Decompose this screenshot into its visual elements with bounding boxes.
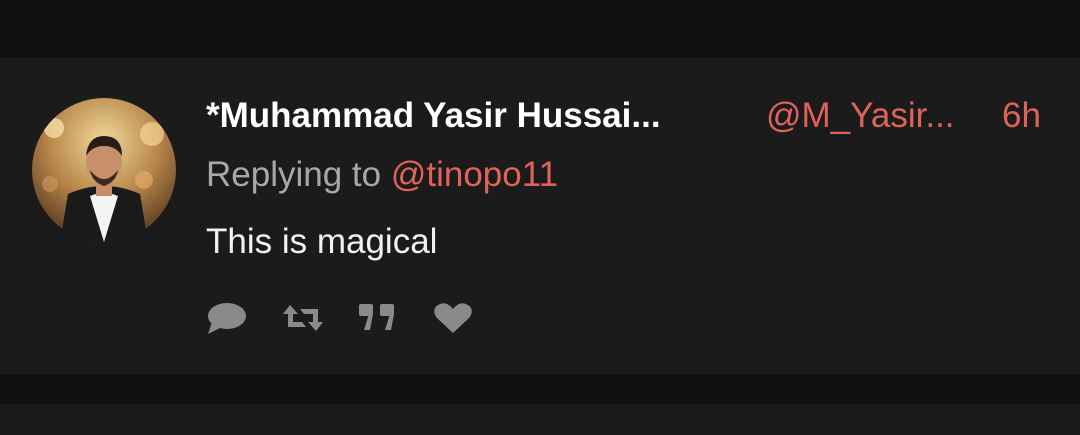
quote-button[interactable] [356, 298, 398, 338]
reply-button[interactable] [206, 298, 248, 338]
quote-icon [359, 304, 394, 330]
like-icon [434, 303, 472, 333]
avatar-image [32, 98, 176, 242]
reply-context: Replying to @tinopo11 [206, 153, 558, 197]
retweet-icon [283, 305, 323, 331]
bottom-separator [0, 374, 1080, 404]
reply-icon [208, 303, 246, 334]
avatar[interactable] [32, 98, 176, 242]
tweet-header: *Muhammad Yasir Hussai... @M_Yasir... 6h [206, 94, 1056, 138]
next-tweet-card [0, 404, 1080, 435]
top-separator [0, 0, 1080, 58]
tweet-text: This is magical [206, 222, 438, 261]
reply-prefix: Replying to [206, 155, 391, 194]
user-handle[interactable]: @M_Yasir... [766, 94, 955, 138]
tweet-timestamp[interactable]: 6h [1002, 94, 1041, 138]
display-name[interactable]: *Muhammad Yasir Hussai... [206, 94, 661, 138]
tweet-card[interactable]: *Muhammad Yasir Hussai... @M_Yasir... 6h… [0, 58, 1080, 374]
like-button[interactable] [432, 298, 474, 338]
retweet-button[interactable] [282, 298, 324, 338]
reply-mention-link[interactable]: @tinopo11 [391, 155, 558, 194]
